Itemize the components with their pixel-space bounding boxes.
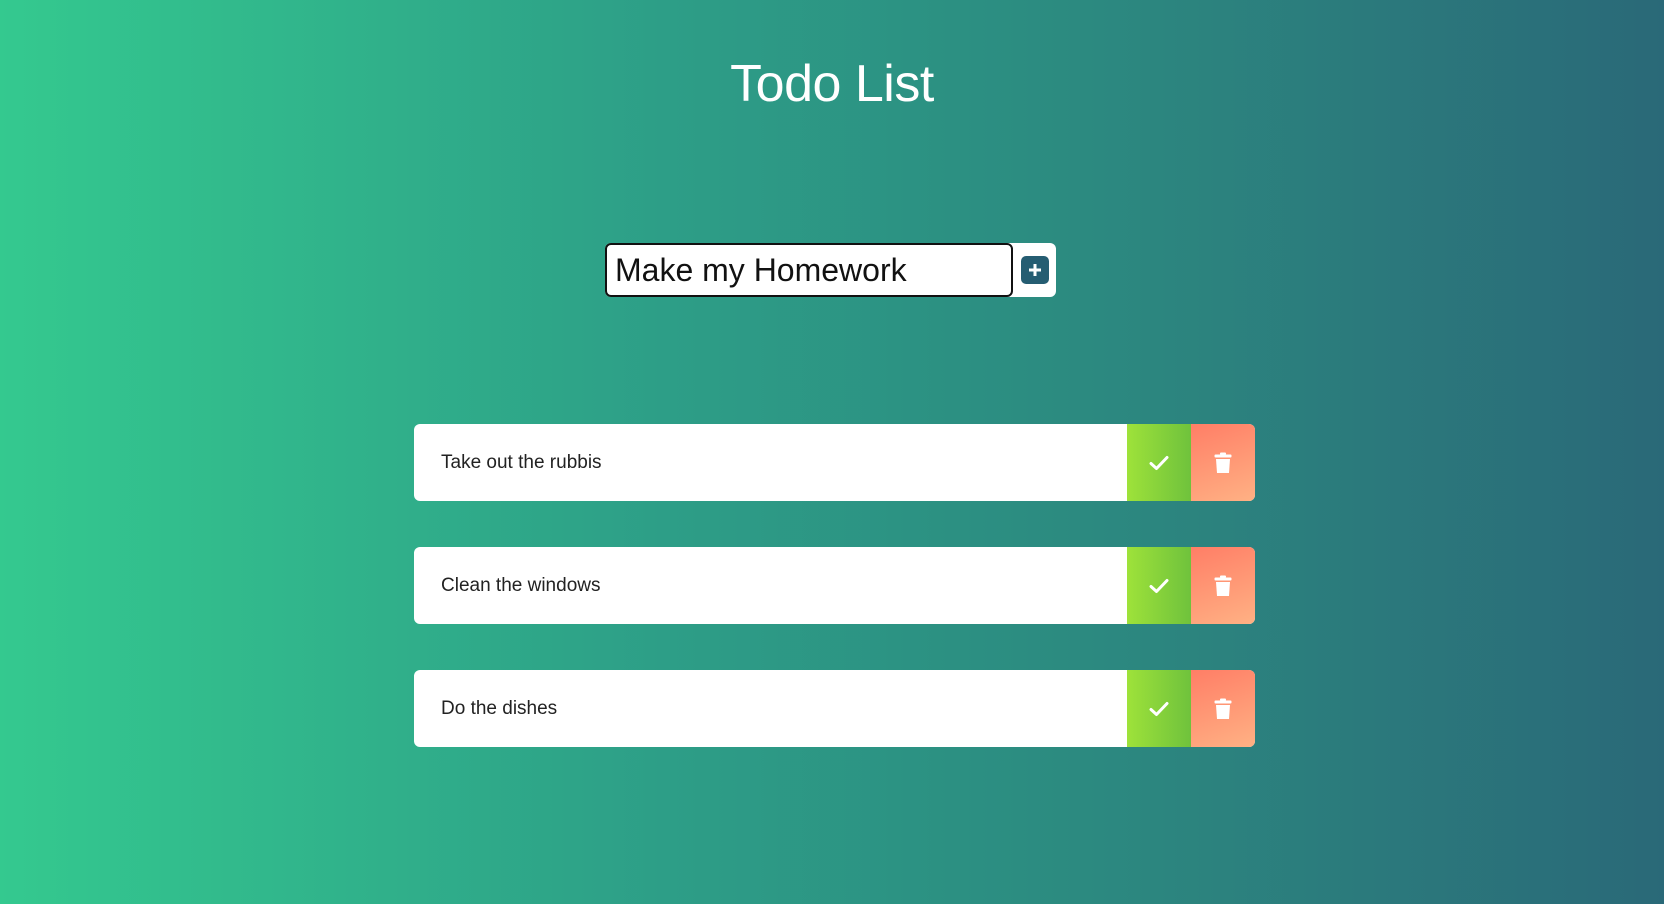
check-icon	[1149, 578, 1169, 593]
todo-list: Take out the rubbis Clean the windows Do…	[414, 424, 1255, 793]
delete-button[interactable]	[1191, 547, 1255, 624]
delete-button[interactable]	[1191, 424, 1255, 501]
todo-text: Take out the rubbis	[441, 451, 602, 473]
todo-form	[605, 243, 1056, 297]
todo-text: Do the dishes	[441, 697, 558, 719]
add-todo-button[interactable]	[1021, 256, 1049, 284]
complete-button[interactable]	[1127, 424, 1191, 501]
delete-button[interactable]	[1191, 670, 1255, 747]
page-title: Todo List	[730, 55, 934, 113]
complete-button[interactable]	[1127, 670, 1191, 747]
todo-item: Clean the windows	[414, 547, 1255, 624]
trash-icon	[1214, 575, 1232, 596]
todo-input[interactable]	[605, 243, 1013, 297]
plus-icon	[1029, 264, 1041, 276]
complete-button[interactable]	[1127, 547, 1191, 624]
todo-item: Take out the rubbis	[414, 424, 1255, 501]
todo-item: Do the dishes	[414, 670, 1255, 747]
check-icon	[1149, 455, 1169, 470]
trash-icon	[1214, 698, 1232, 719]
trash-icon	[1214, 452, 1232, 473]
todo-text: Clean the windows	[441, 574, 601, 596]
check-icon	[1149, 701, 1169, 716]
